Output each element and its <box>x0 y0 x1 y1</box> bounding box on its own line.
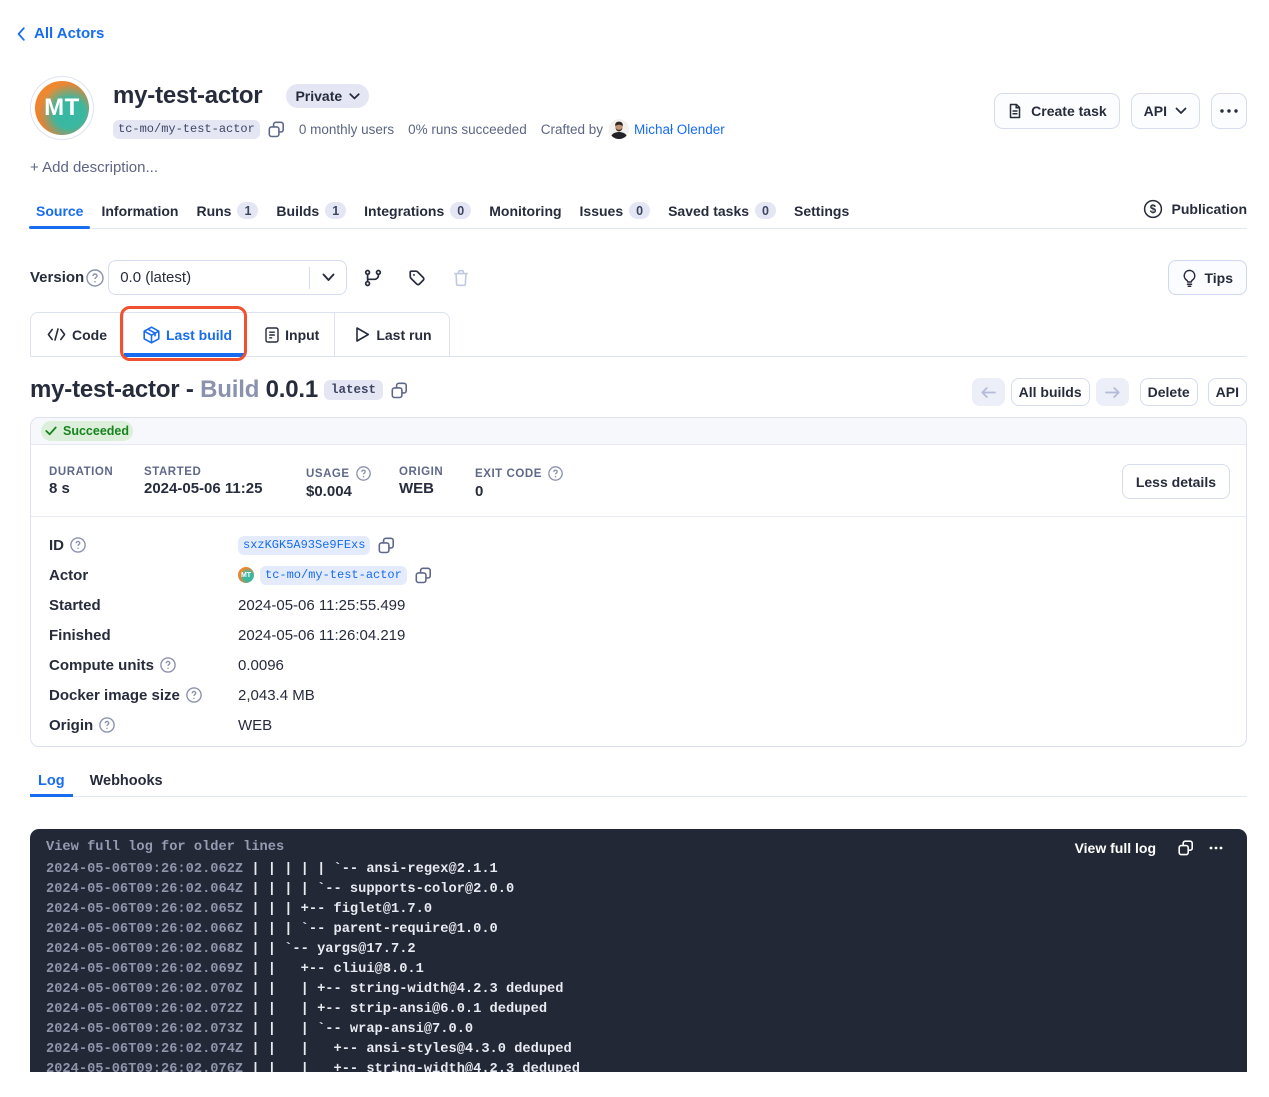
svg-text:$: $ <box>1149 204 1156 216</box>
